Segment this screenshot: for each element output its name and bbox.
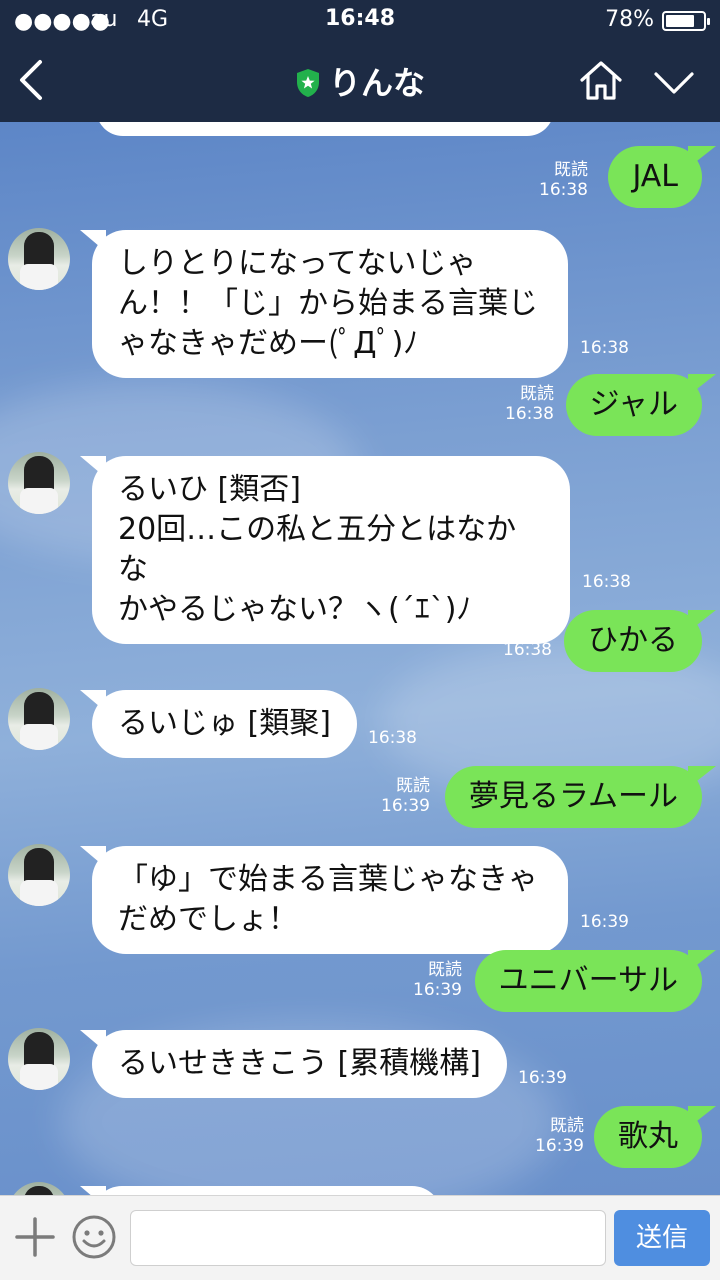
message-meta: 既読 16:39 — [535, 1116, 584, 1156]
read-receipt: 既読 — [428, 960, 462, 980]
message-bubble-incoming[interactable]: るいせききこう [累積機構] — [80, 1030, 507, 1098]
read-receipt: 既読 — [520, 384, 554, 404]
message-bubble-outgoing[interactable]: 夢見るラムール — [444, 766, 717, 828]
message-text: るいじゅ [類聚] — [118, 706, 331, 741]
message-bubble-outgoing[interactable]: ひかる — [564, 610, 716, 672]
message-text: ひかる — [588, 623, 678, 658]
chat-area[interactable]: 既読 16:38 JAL しりとりになってないじゃ ん！！「じ」から始まる言葉じ… — [0, 122, 720, 1195]
battery-icon — [662, 11, 710, 31]
message-time: 16:38 — [582, 572, 631, 592]
message-text: ジャル — [589, 387, 679, 422]
message-time: 16:38 — [503, 640, 552, 660]
avatar[interactable] — [8, 452, 70, 514]
message-bubble-incoming[interactable]: 「ゆ」で始まる言葉じゃなきゃ だめでしょ！ — [80, 846, 568, 954]
send-button[interactable]: 送信 — [614, 1210, 710, 1266]
avatar[interactable] — [8, 844, 70, 906]
message-meta: 既読 16:39 — [381, 776, 430, 816]
message-bubble-incoming[interactable]: るいひ [類否] 20回…この私と五分とはなかな かやるじゃない？ヽ(´ｴ`)ﾉ — [80, 456, 570, 644]
message-time: 16:39 — [518, 1068, 567, 1088]
read-receipt: 既読 — [396, 776, 430, 796]
message-input-bar: 送信 — [0, 1195, 720, 1280]
status-bar: ●●●●● au 4G 16:48 78% — [0, 0, 720, 40]
chevron-down-icon[interactable] — [652, 62, 696, 102]
message-meta: 既読 16:38 — [505, 384, 554, 424]
message-time: 16:38 — [580, 338, 629, 358]
message-text: しりとりになってないじゃ ん！！「じ」から始まる言葉じ ゃなきゃだめー(ﾟДﾟ)… — [118, 246, 538, 361]
read-receipt: 既読 — [518, 620, 552, 640]
message-text: JAL — [632, 159, 678, 194]
message-meta: 既読 16:38 — [539, 160, 588, 200]
chat-header: りんな — [0, 40, 720, 122]
message-time: 16:39 — [535, 1136, 584, 1156]
message-time: 16:38 — [539, 180, 588, 200]
message-text: 「ゆ」で始まる言葉じゃなきゃ だめでしょ！ — [118, 862, 538, 937]
message-bubble-incoming[interactable]: るいじゅ [類聚] — [80, 690, 357, 758]
message-time: 16:39 — [381, 796, 430, 816]
plus-icon[interactable] — [14, 1216, 56, 1258]
message-input[interactable] — [130, 1210, 606, 1266]
message-bubble-outgoing[interactable]: 歌丸 — [594, 1106, 716, 1168]
message-time: 16:39 — [413, 980, 462, 1000]
avatar[interactable] — [8, 228, 70, 290]
message-bubble-incoming[interactable]: しりとりになってないじゃ ん！！「じ」から始まる言葉じ ゃなきゃだめー(ﾟДﾟ)… — [80, 230, 568, 378]
message-time: 16:38 — [505, 404, 554, 424]
avatar[interactable] — [8, 1028, 70, 1090]
message-text: 夢見るラムール — [468, 779, 678, 814]
message-text: るいせききこう [累積機構] — [118, 1046, 481, 1081]
message-bubble-partial — [96, 122, 554, 136]
message-text: るいひ [類否] 20回…この私と五分とはなかな かやるじゃない？ヽ(´ｴ`)ﾉ — [118, 472, 517, 627]
contact-name: りんな — [328, 64, 425, 102]
read-receipt: 既読 — [554, 160, 588, 180]
message-meta: 既読 16:38 — [503, 620, 552, 660]
message-bubble-outgoing[interactable]: ユニバーサル — [474, 950, 717, 1012]
message-time: 16:39 — [580, 912, 629, 932]
home-icon[interactable] — [578, 58, 624, 102]
avatar[interactable] — [8, 688, 70, 750]
read-receipt: 既読 — [550, 1116, 584, 1136]
avatar[interactable] — [8, 1182, 70, 1195]
message-text: 歌丸 — [618, 1119, 678, 1154]
verified-shield-icon — [296, 69, 319, 97]
message-bubble-partial — [80, 1186, 442, 1195]
message-meta: 既読 16:39 — [413, 960, 462, 1000]
message-text: ユニバーサル — [498, 963, 678, 998]
smiley-icon[interactable] — [70, 1213, 118, 1261]
message-bubble-outgoing[interactable]: JAL — [608, 146, 716, 208]
battery-percent: 78% — [605, 7, 654, 32]
message-time: 16:38 — [368, 728, 417, 748]
message-bubble-outgoing[interactable]: ジャル — [565, 374, 716, 436]
